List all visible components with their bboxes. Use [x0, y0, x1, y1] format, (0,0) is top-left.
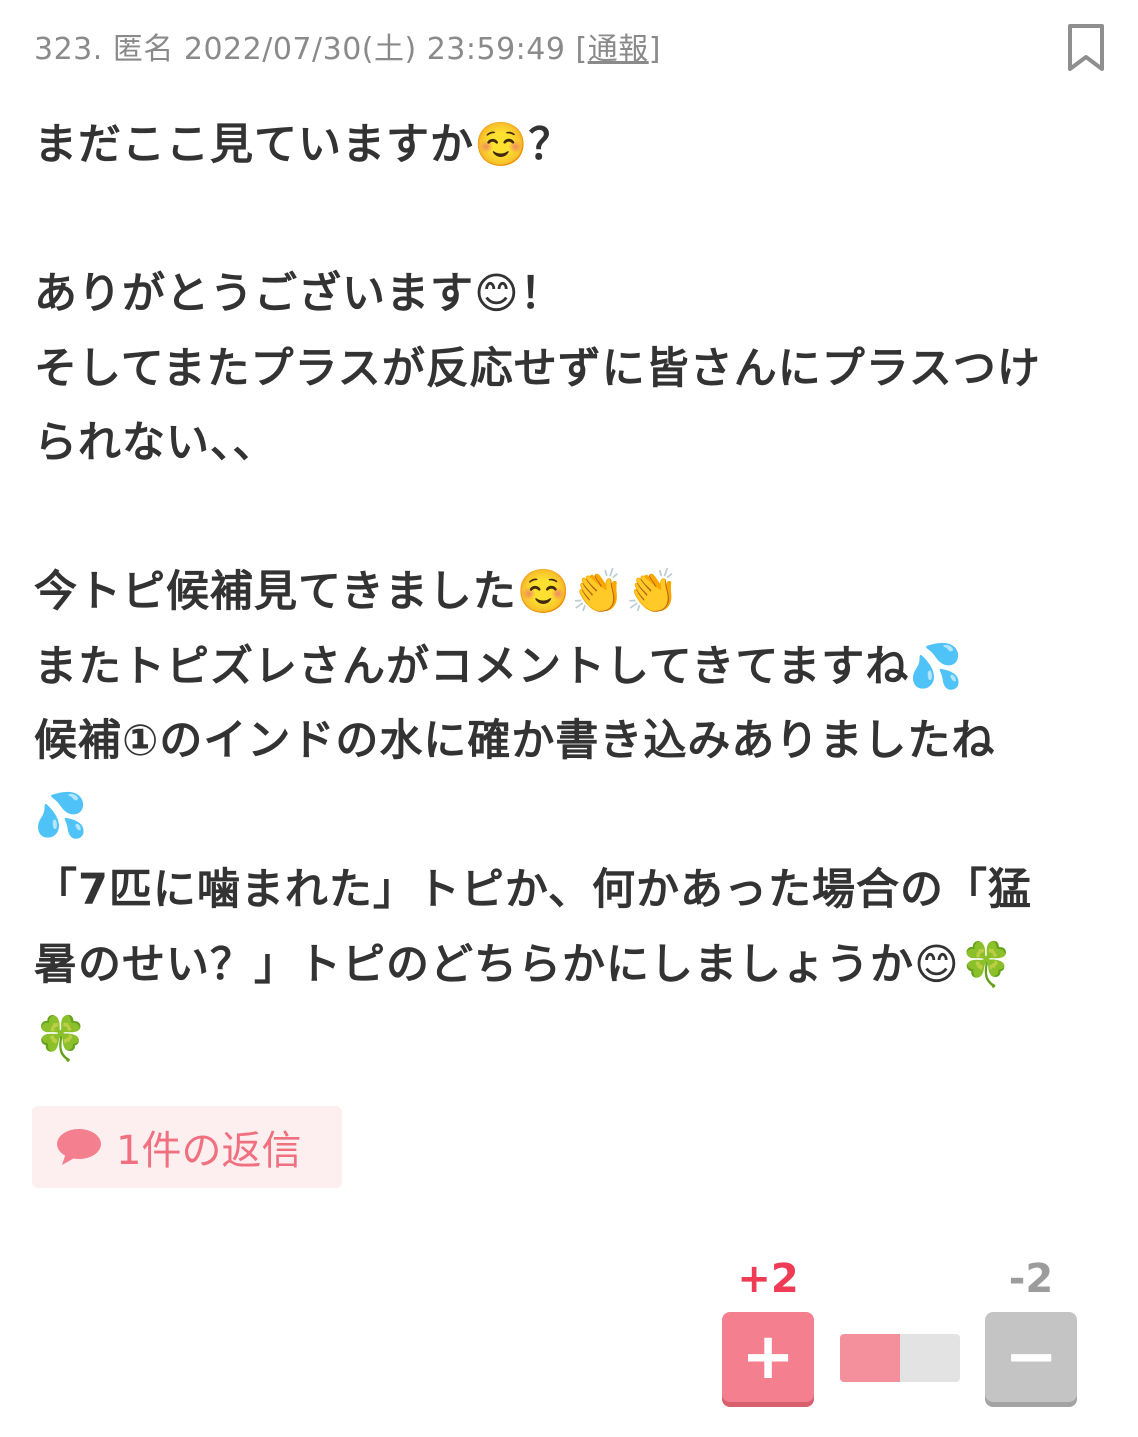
reply-button[interactable]: 1件の返信: [32, 1106, 342, 1188]
minus-count: -2: [1008, 1256, 1054, 1302]
comment-line: 今トピ候補見てきました☺️👏👏: [34, 567, 681, 617]
comment-line: 候補①のインドの水に確か書き込みありましたね: [34, 716, 996, 766]
comment-line: またトピズレさんがコメントしてきてますね💦: [34, 641, 964, 692]
comment-header: 323. 匿名 2022/07/30(土) 23:59:49 [通報]: [34, 24, 661, 68]
speech-bubble-icon: [54, 1125, 104, 1169]
vote-ratio-bar: [840, 1334, 960, 1382]
plus-icon: +: [741, 1320, 795, 1394]
comment-line: 暑のせい？」トピのどちらかにしましょうか😊🍀: [34, 939, 1015, 990]
reply-label: 1件の返信: [116, 1128, 302, 1174]
report-link[interactable]: 通報: [588, 32, 649, 67]
plus-count: +2: [737, 1256, 799, 1302]
comment-line: そしてまたプラスが反応せずに皆さんにプラスつけ: [34, 343, 1041, 394]
comment-meta: 323. 匿名 2022/07/30(土) 23:59:49 [: [34, 32, 588, 67]
comment-body: まだここ見ていますか☺️？ ありがとうございます😊！ そしてまたプラスが反応せずに皆…: [34, 108, 1109, 1077]
comment-line: 💦: [34, 790, 89, 841]
vote-ratio-fill: [840, 1334, 900, 1382]
comment-line: まだここ見ていますか☺️？: [34, 120, 573, 170]
plus-button[interactable]: +: [722, 1312, 814, 1402]
comment-line: 「7匹に噛まれた」トピか、何かあった場合の「猛: [34, 865, 1033, 915]
comment-line: ありがとうございます😊！: [34, 269, 564, 319]
comment-line: られない、、: [34, 418, 277, 468]
bookmark-icon[interactable]: [1064, 22, 1108, 74]
comment-line: 🍀: [34, 1014, 89, 1064]
comment-line: [34, 481, 1109, 556]
comment-meta-end: ]: [648, 32, 661, 67]
comment-line: [34, 183, 1109, 258]
minus-button[interactable]: −: [985, 1312, 1077, 1402]
minus-icon: −: [1004, 1320, 1058, 1394]
